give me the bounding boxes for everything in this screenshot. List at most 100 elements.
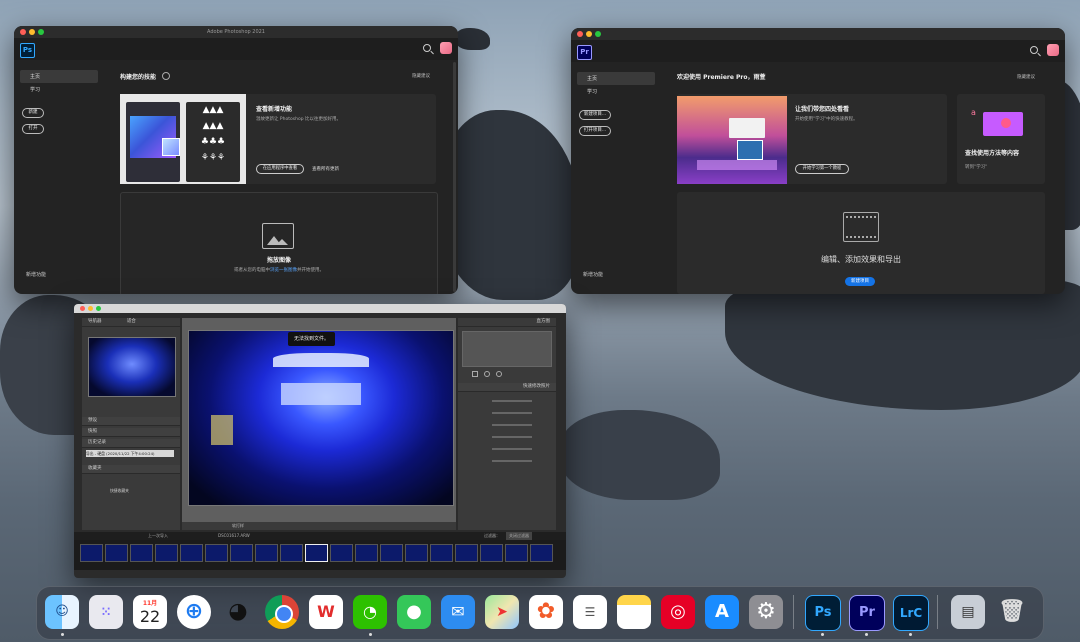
whats-new-link[interactable]: 新增功能 — [26, 271, 46, 278]
zoom-window-button[interactable] — [595, 31, 601, 37]
histogram-header[interactable]: 直方图 — [458, 318, 556, 327]
wechat-icon[interactable]: ◔ — [353, 595, 387, 629]
filmstrip-thumb[interactable] — [230, 544, 253, 562]
drop-zone[interactable]: 拖放图像 或者从您的电脑中浏览一张图像并开始使用。 — [120, 192, 438, 294]
qq-icon[interactable]: ◕ — [221, 595, 255, 629]
running-indicator — [821, 633, 824, 636]
develop-sliders[interactable] — [462, 400, 552, 496]
history-item[interactable]: 导出 - 硬盘 (2020/11/22 下午4:00:24) — [86, 450, 174, 457]
view-in-app-button[interactable]: 在应用程序中查看 — [256, 164, 304, 174]
panel-snapshots[interactable]: 快照 — [82, 428, 180, 437]
calendar-icon[interactable]: 11月 22 — [133, 595, 167, 629]
premiere-dock-icon[interactable]: Pr — [849, 595, 885, 631]
open-project-button[interactable]: 打开项目... — [579, 126, 611, 136]
soft-proof-checkbox[interactable]: 软打样 — [232, 522, 244, 530]
spot-tool-icon[interactable] — [484, 371, 490, 377]
navigator-header[interactable]: 导航器 适合 — [82, 318, 180, 327]
crop-tool-icon[interactable] — [472, 371, 478, 377]
maps-icon[interactable]: ➤ — [485, 595, 519, 629]
system-preferences-icon[interactable]: ⚙ — [749, 595, 783, 629]
filmstrip-thumb-selected[interactable] — [305, 544, 328, 562]
start-tutorial-button[interactable]: 开始学习第一个教程 — [795, 164, 849, 174]
filmstrip-thumb[interactable] — [455, 544, 478, 562]
search-icon[interactable] — [423, 44, 431, 52]
filmstrip-thumb[interactable] — [280, 544, 303, 562]
zoom-window-button[interactable] — [96, 306, 101, 311]
filmstrip-thumb[interactable] — [405, 544, 428, 562]
scrollbar[interactable] — [453, 62, 456, 292]
hide-tips-toggle[interactable]: 隐藏建议 — [412, 73, 430, 79]
filmstrip-thumb[interactable] — [505, 544, 528, 562]
photoshop-dock-icon[interactable]: Ps — [805, 595, 841, 631]
collection-item[interactable]: 快捷收藏夹 — [110, 488, 180, 494]
messages-icon[interactable]: ● — [397, 595, 431, 629]
filmstrip[interactable] — [74, 540, 566, 570]
filmstrip-thumb[interactable] — [205, 544, 228, 562]
zoom-fit[interactable]: 适合 — [127, 319, 136, 324]
new-project-button-blue[interactable]: 新建项目 — [845, 277, 875, 286]
new-project-button[interactable]: 新建项目... — [579, 110, 611, 120]
panel-presets[interactable]: 预设 — [82, 417, 180, 426]
card-title: 查看新增功能 — [256, 106, 293, 113]
filmstrip-thumb[interactable] — [530, 544, 553, 562]
info-icon[interactable] — [162, 72, 170, 80]
quick-develop-header[interactable]: 快速修改照片 — [458, 383, 556, 392]
netease-music-icon[interactable]: ◎ — [661, 595, 695, 629]
mail-icon[interactable]: ✉ — [441, 595, 475, 629]
filter-label: 过滤器： — [484, 533, 500, 538]
lightroom-classic-dock-icon[interactable]: LrC — [893, 595, 929, 631]
browse-image-link[interactable]: 浏览一张图像 — [270, 268, 297, 273]
avatar[interactable] — [440, 42, 452, 54]
sidebar-item-learn[interactable]: 学习 — [577, 85, 655, 98]
drop-desc-a: 或者从您的电脑中 — [234, 268, 270, 273]
filter-dropdown[interactable]: 关闭过滤器 — [506, 532, 532, 540]
avatar[interactable] — [1047, 44, 1059, 56]
panel-history[interactable]: 历史记录 — [82, 439, 180, 448]
filmstrip-thumb[interactable] — [480, 544, 503, 562]
view-all-updates-link[interactable]: 查看所有更新 — [312, 166, 339, 172]
panel-collections[interactable]: 收藏夹 — [82, 465, 180, 474]
filmstrip-thumb[interactable] — [255, 544, 278, 562]
learn-card-link[interactable]: 转到"学习" — [965, 164, 987, 170]
filmstrip-thumb[interactable] — [80, 544, 103, 562]
sidebar-item-home[interactable]: 主页 — [20, 70, 98, 83]
trash-icon[interactable]: 🗑 — [995, 595, 1029, 629]
histogram — [462, 331, 552, 367]
sidebar-item-home[interactable]: 主页 — [577, 72, 655, 85]
sidebar-item-learn[interactable]: 学习 — [20, 83, 98, 96]
redeye-tool-icon[interactable] — [496, 371, 502, 377]
whats-new-card: ▲▲▲ ▲▲▲ ♣♣♣ ⚘⚘⚘ 查看新增功能 温故更新让 Photoshop 比以往更… — [120, 94, 436, 184]
filmstrip-thumb[interactable] — [155, 544, 178, 562]
close-window-button[interactable] — [80, 306, 85, 311]
photo-canvas[interactable]: 无法找到文件。 — [182, 318, 456, 522]
filmstrip-thumb[interactable] — [130, 544, 153, 562]
dock-divider — [793, 595, 794, 629]
hide-tips-toggle[interactable]: 隐藏建议 — [1017, 74, 1035, 80]
photos-icon[interactable]: ✿ — [529, 595, 563, 629]
app-store-icon[interactable]: A — [705, 595, 739, 629]
filmstrip-thumb[interactable] — [105, 544, 128, 562]
close-window-button[interactable] — [577, 31, 583, 37]
filmstrip-thumb[interactable] — [180, 544, 203, 562]
filmstrip-thumb[interactable] — [330, 544, 353, 562]
notes-icon[interactable] — [617, 595, 651, 629]
filmstrip-thumb[interactable] — [355, 544, 378, 562]
minimize-window-button[interactable] — [586, 31, 592, 37]
minimize-window-button[interactable] — [88, 306, 93, 311]
running-indicator — [865, 633, 868, 636]
reminders-icon[interactable]: ☰ — [573, 595, 607, 629]
new-button[interactable]: 新建 — [22, 108, 44, 118]
search-icon[interactable] — [1030, 46, 1038, 54]
downloads-folder-icon[interactable]: ▤ — [951, 595, 985, 629]
filmstrip-thumb[interactable] — [380, 544, 403, 562]
safari-icon[interactable]: ⊕ — [177, 595, 211, 629]
lightroom-window: 导航器 适合 预设 快照 历史记录 导出 - 硬盘 (2020/11/22 下午… — [74, 304, 566, 578]
wps-icon[interactable]: W — [309, 595, 343, 629]
launchpad-icon[interactable]: ⁙ — [89, 595, 123, 629]
chrome-icon[interactable] — [265, 595, 299, 629]
finder-icon[interactable]: ☺ — [45, 595, 79, 629]
filmstrip-thumb[interactable] — [430, 544, 453, 562]
whats-new-link[interactable]: 新增功能 — [583, 271, 603, 278]
navigator-preview — [88, 337, 176, 397]
open-button[interactable]: 打开 — [22, 124, 44, 134]
